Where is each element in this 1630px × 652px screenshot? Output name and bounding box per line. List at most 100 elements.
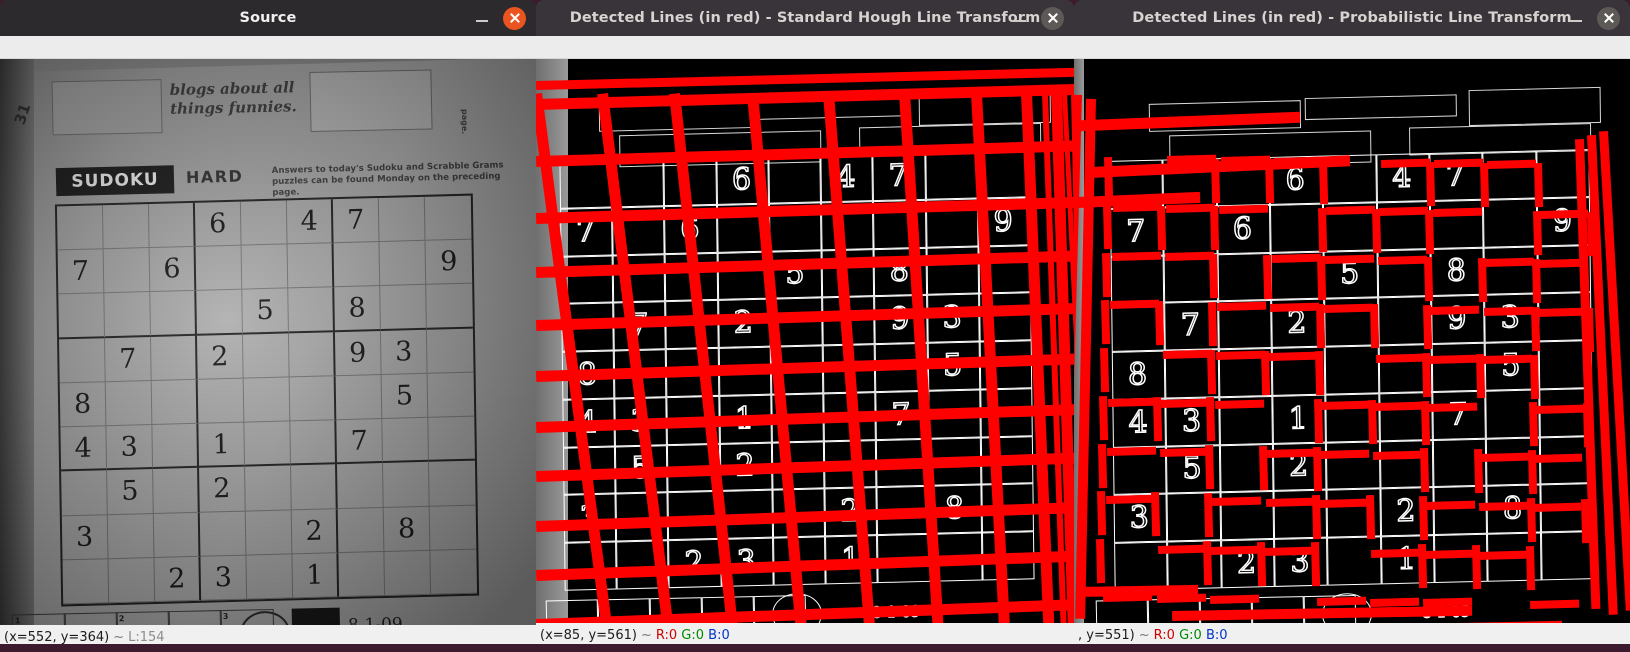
- detected-line: [1311, 494, 1322, 539]
- detected-line: [1098, 443, 1108, 488]
- detected-line: [1172, 605, 1473, 621]
- detected-line: [1430, 305, 1480, 315]
- detected-line: [1111, 251, 1162, 261]
- detected-line: [1102, 252, 1112, 297]
- detected-line: [1269, 351, 1319, 361]
- toolbar-source: [0, 36, 536, 59]
- detected-line: [1478, 258, 1488, 303]
- detected-line: [1312, 446, 1323, 491]
- detected-line: [1480, 452, 1530, 462]
- detected-line: [1487, 159, 1537, 170]
- minimize-icon[interactable]: [1009, 7, 1031, 29]
- detected-line: [1214, 399, 1265, 409]
- detected-line: [1528, 402, 1539, 447]
- red-value: R:0: [1153, 627, 1175, 643]
- detected-line: [1270, 302, 1320, 313]
- image-canvas-probabilistic[interactable]: 647769587293854317523282318-1-09: [1074, 59, 1630, 623]
- window-controls-probabilistic[interactable]: [1565, 0, 1620, 36]
- detected-line: [597, 93, 682, 623]
- sudoku-photograph: page. blogs about all things funnies. SU…: [0, 59, 536, 625]
- detected-line: [1100, 348, 1110, 393]
- detected-line: [1318, 498, 1369, 509]
- detected-line: [1157, 544, 1208, 555]
- window-standard-hough[interactable]: Detected Lines (in red) - Standard Hough…: [536, 0, 1074, 652]
- detected-line: [1529, 354, 1540, 399]
- detected-line: [1421, 400, 1431, 445]
- toolbar-standard-hough: [536, 36, 1074, 59]
- status-separator: ~: [113, 629, 125, 645]
- image-canvas-source[interactable]: page. blogs about all things funnies. SU…: [0, 59, 536, 625]
- detected-line: [1318, 160, 1329, 205]
- close-icon[interactable]: [1597, 6, 1620, 30]
- detected-line: [1365, 495, 1375, 540]
- detected-line: [1211, 545, 1261, 556]
- detected-line: [1378, 255, 1428, 266]
- detected-line: [1423, 305, 1433, 350]
- detected-line: [1103, 204, 1113, 249]
- detected-line: [1480, 162, 1490, 207]
- window-source[interactable]: Source page. blogs about all things funn…: [0, 0, 536, 652]
- detected-line: [536, 139, 1074, 168]
- detected-line: [1474, 449, 1484, 494]
- detected-line: [1477, 550, 1528, 560]
- detected-line: [1320, 449, 1370, 460]
- detected-line: [1104, 157, 1114, 201]
- photo-vignette: [0, 59, 536, 625]
- detected-line: [1532, 502, 1582, 512]
- detected-line: [1326, 205, 1376, 216]
- image-canvas-standard-hough[interactable]: 647769587293854317523282318-1-09: [536, 59, 1074, 623]
- detected-lines-overlay: [536, 59, 1074, 623]
- detected-line: [1472, 544, 1482, 589]
- detected-line: [1263, 254, 1273, 299]
- detected-line: [1321, 401, 1371, 411]
- detected-line: [1476, 353, 1486, 398]
- detected-line: [669, 93, 745, 623]
- blue-value: B:0: [1205, 627, 1228, 643]
- detected-line: [1096, 539, 1106, 584]
- toolbar-probabilistic: [1074, 36, 1630, 59]
- detected-line: [823, 93, 881, 623]
- detected-line: [1074, 111, 1301, 132]
- detected-line: [1422, 352, 1432, 397]
- cursor-coords-probabilistic: , y=551): [1078, 627, 1135, 643]
- detected-line: [1419, 496, 1429, 541]
- titlebar-probabilistic[interactable]: Detected Lines (in red) - Probabilistic …: [1074, 0, 1630, 36]
- detected-line: [1379, 206, 1429, 217]
- detected-line: [1425, 209, 1435, 254]
- minimize-icon[interactable]: [1565, 7, 1587, 29]
- detected-line: [1271, 253, 1322, 264]
- detected-line: [1099, 395, 1109, 440]
- titlebar-standard-hough[interactable]: Detected Lines (in red) - Standard Hough…: [536, 0, 1074, 36]
- detected-line: [1101, 300, 1111, 345]
- detected-line: [1380, 158, 1431, 168]
- detected-line: [1219, 204, 1269, 214]
- detected-line: [1424, 257, 1434, 302]
- window-probabilistic[interactable]: Detected Lines (in red) - Probabilistic …: [1074, 0, 1630, 652]
- detected-line: [1152, 396, 1162, 441]
- detected-line: [1317, 207, 1328, 252]
- detected-line: [1164, 252, 1215, 262]
- window-controls-source[interactable]: [471, 0, 526, 36]
- detected-line: [1531, 258, 1542, 303]
- luminance-value: L:154: [128, 629, 165, 645]
- close-icon[interactable]: [1041, 6, 1064, 30]
- detected-line: [1525, 545, 1536, 590]
- detected-line: [1537, 307, 1587, 317]
- detected-line: [1156, 205, 1166, 250]
- detected-line: [1261, 350, 1271, 395]
- titlebar-source[interactable]: Source: [0, 0, 536, 36]
- detected-line: [1150, 492, 1160, 537]
- window-title-source: Source: [239, 10, 297, 26]
- detected-line: [1166, 203, 1216, 213]
- detected-line: [536, 597, 1074, 623]
- detected-line: [536, 549, 1074, 581]
- minimize-icon[interactable]: [471, 7, 493, 29]
- detected-line: [1426, 161, 1436, 206]
- window-title-probabilistic: Detected Lines (in red) - Probabilistic …: [1132, 10, 1572, 26]
- close-icon[interactable]: [503, 6, 526, 30]
- detected-line: [1315, 303, 1326, 348]
- detected-line: [1432, 207, 1483, 218]
- edge-map: 647769587293854317523282318-1-09: [1074, 59, 1630, 623]
- window-controls-standard-hough[interactable]: [1009, 0, 1064, 36]
- edge-map: 647769587293854317523282318-1-09: [536, 59, 1074, 623]
